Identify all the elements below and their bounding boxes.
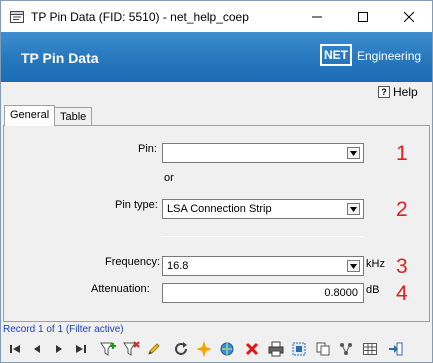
previous-record-icon xyxy=(34,345,40,353)
last-record-icon xyxy=(76,345,86,353)
help-icon: ? xyxy=(378,86,390,98)
frequency-dropdown-button[interactable] xyxy=(347,260,360,272)
title-bar[interactable]: TP Pin Data (FID: 5510) - net_help_coep xyxy=(1,1,432,32)
pin-type-dropdown-button[interactable] xyxy=(347,203,360,215)
pin-dropdown-button[interactable] xyxy=(347,147,360,159)
or-text: or xyxy=(164,172,174,184)
filter-add-icon xyxy=(100,342,116,356)
first-record-button[interactable] xyxy=(4,338,26,360)
help-label: Help xyxy=(393,85,418,99)
minimize-button[interactable] xyxy=(294,1,340,32)
window-title: TP Pin Data (FID: 5510) - net_help_coep xyxy=(31,10,249,24)
chevron-down-icon xyxy=(350,206,357,212)
refresh-icon xyxy=(175,342,187,355)
pin-select[interactable] xyxy=(162,143,364,163)
marker-2: 2 xyxy=(396,198,408,221)
copy-button[interactable] xyxy=(312,338,334,360)
sync-button[interactable] xyxy=(216,338,238,360)
next-record-button[interactable] xyxy=(48,338,70,360)
marker-1: 1 xyxy=(396,142,408,165)
tab-general[interactable]: General xyxy=(4,105,56,126)
attenuation-field[interactable]: 0.8000 xyxy=(162,283,364,303)
app-window: TP Pin Data (FID: 5510) - net_help_coep … xyxy=(0,0,433,363)
refresh-button[interactable] xyxy=(170,338,192,360)
first-record-icon xyxy=(10,345,20,353)
help-row: ? Help xyxy=(1,82,432,103)
frequency-unit: kHz xyxy=(366,258,385,270)
brand-logo-text: Engineering xyxy=(357,49,422,63)
general-panel: Pin: 1 or Pin type: LSA Connection Strip… xyxy=(3,125,430,322)
print-button[interactable] xyxy=(265,338,287,360)
record-navigation-toolbar xyxy=(1,337,432,362)
close-button[interactable] xyxy=(386,1,432,32)
attenuation-unit: dB xyxy=(366,284,380,296)
pin-type-value: LSA Connection Strip xyxy=(167,203,272,215)
frequency-select[interactable]: 16.8 xyxy=(162,256,364,276)
next-record-icon xyxy=(56,345,62,353)
filter-remove-icon xyxy=(123,341,140,356)
copy-icon xyxy=(316,342,330,356)
app-icon xyxy=(9,9,25,25)
sparkle-new-icon xyxy=(196,341,212,357)
minimize-icon xyxy=(312,16,322,17)
table-view-button[interactable] xyxy=(359,338,381,360)
globe-sync-icon xyxy=(220,342,234,356)
help-button[interactable]: ? Help xyxy=(378,85,418,99)
exit-button[interactable] xyxy=(385,338,407,360)
section-divider xyxy=(162,236,364,237)
delete-button[interactable] xyxy=(241,338,263,360)
maximize-button[interactable] xyxy=(340,1,386,32)
remove-filter-button[interactable] xyxy=(121,338,143,360)
chevron-down-icon xyxy=(350,150,357,156)
relations-button[interactable] xyxy=(335,338,357,360)
selection-icon xyxy=(292,342,306,356)
attenuation-value: 0.8000 xyxy=(324,287,358,299)
brand-logo-mark: NET xyxy=(320,44,352,66)
add-filter-button[interactable] xyxy=(98,338,120,360)
last-record-button[interactable] xyxy=(70,338,92,360)
relations-icon xyxy=(340,343,352,355)
attenuation-label: Attenuation: xyxy=(91,283,150,295)
new-record-button[interactable] xyxy=(193,338,215,360)
exit-icon xyxy=(389,342,403,356)
printer-icon xyxy=(268,341,284,357)
frequency-label: Frequency: xyxy=(105,256,161,268)
pencil-icon xyxy=(148,343,160,355)
table-icon xyxy=(363,343,377,355)
previous-record-button[interactable] xyxy=(26,338,48,360)
maximize-icon xyxy=(358,11,368,22)
pin-type-select[interactable]: LSA Connection Strip xyxy=(162,199,364,219)
delete-icon xyxy=(245,342,259,356)
close-icon xyxy=(404,11,414,22)
record-status: Record 1 of 1 (Filter active) xyxy=(3,324,124,335)
pin-label: Pin: xyxy=(138,143,157,155)
marker-3: 3 xyxy=(396,255,408,278)
pin-type-label: Pin type: xyxy=(115,199,158,211)
marker-4: 4 xyxy=(396,282,408,305)
select-all-button[interactable] xyxy=(288,338,310,360)
edit-button[interactable] xyxy=(143,338,165,360)
banner-title: TP Pin Data xyxy=(21,50,99,66)
chevron-down-icon xyxy=(350,263,357,269)
tab-table[interactable]: Table xyxy=(54,107,93,125)
header-banner: TP Pin Data NET Engineering xyxy=(1,32,432,82)
frequency-value: 16.8 xyxy=(167,260,189,272)
